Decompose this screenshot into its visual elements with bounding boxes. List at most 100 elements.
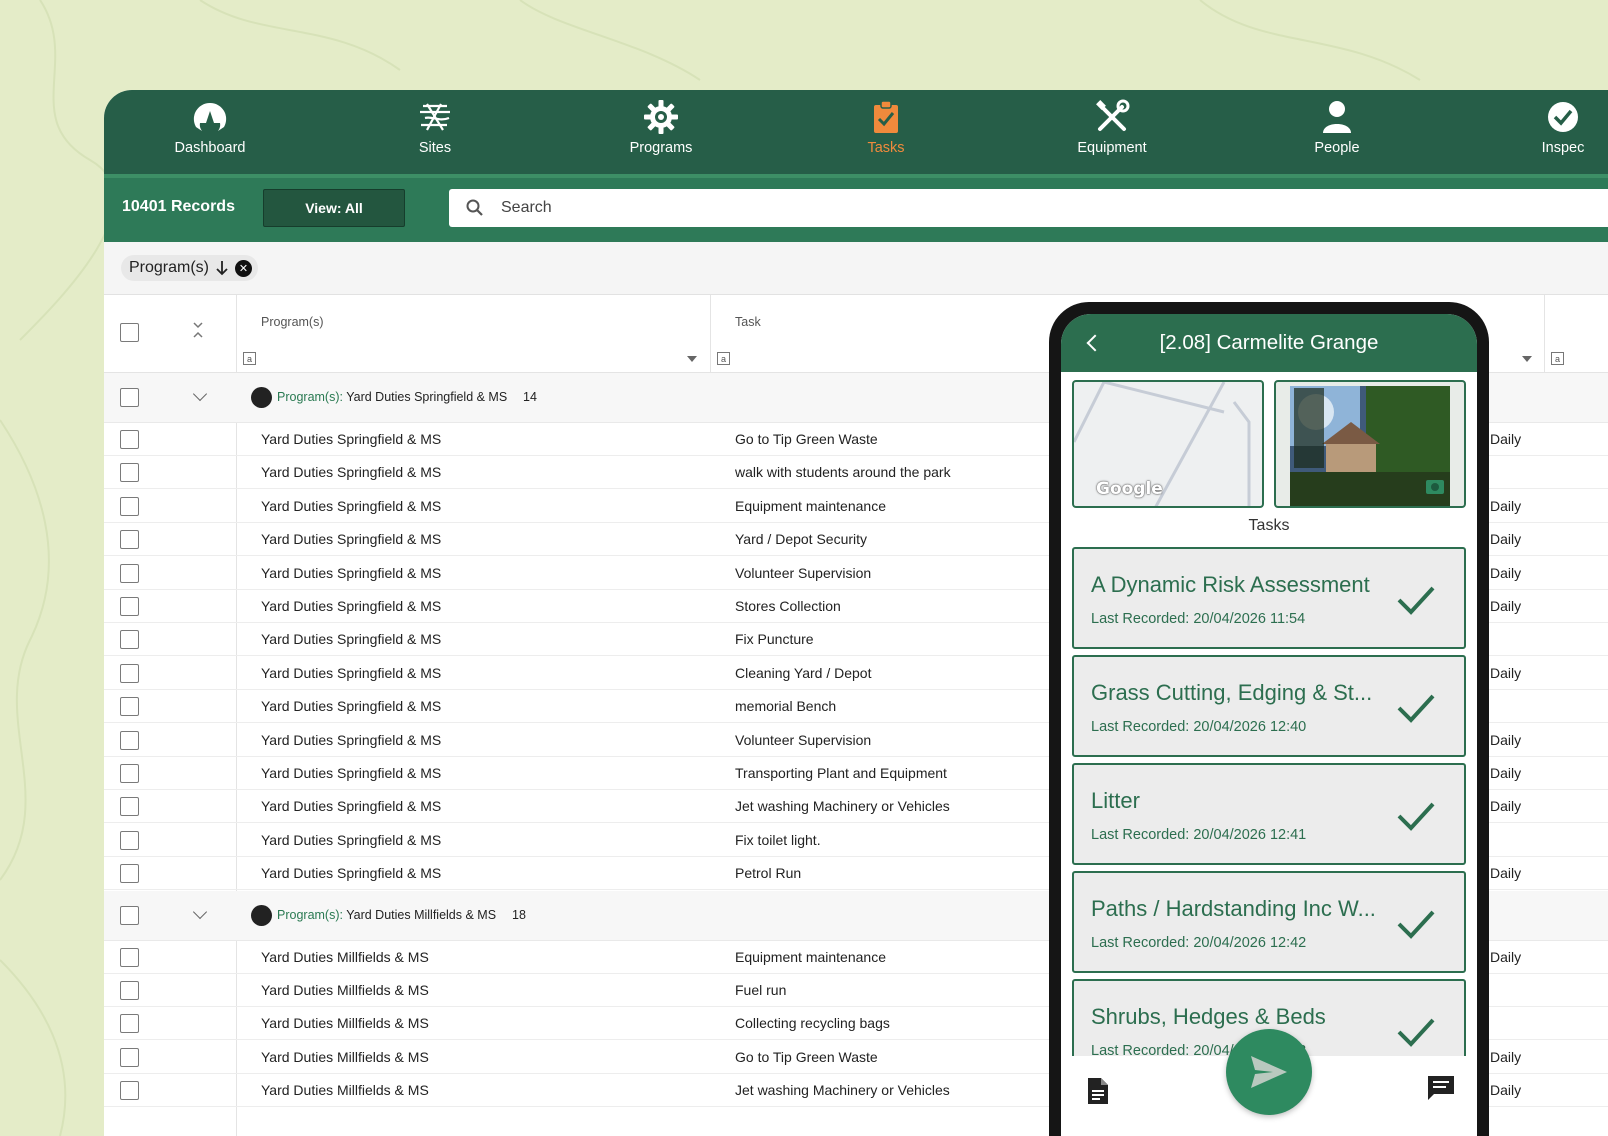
comment-icon[interactable] <box>1426 1074 1456 1102</box>
group-checkbox[interactable] <box>120 905 139 925</box>
cell-task: Volunteer Supervision <box>735 731 872 748</box>
cell-task: Jet washing Machinery or Vehicles <box>735 1082 950 1099</box>
cell-program: Yard Duties Springfield & MS <box>261 731 442 748</box>
cell-frequency: Daily <box>1490 865 1522 882</box>
task-card[interactable]: Litter Last Recorded: 20/04/2026 12:41 <box>1072 763 1466 865</box>
clipboard-check-icon <box>867 98 905 136</box>
site-title: [2.08] Carmelite Grange <box>1159 331 1379 354</box>
task-name: Grass Cutting, Edging & St... <box>1091 680 1373 705</box>
row-checkbox[interactable] <box>120 697 139 717</box>
view-all-button[interactable]: View: All <box>263 189 405 227</box>
cell-program: Yard Duties Springfield & MS <box>261 497 442 514</box>
nav-item-equipment[interactable]: Equipment <box>1042 90 1182 174</box>
arrow-down-icon[interactable] <box>215 260 229 276</box>
task-name: Shrubs, Hedges & Beds <box>1091 1004 1326 1029</box>
row-checkbox[interactable] <box>120 1047 139 1067</box>
group-by-area: Program(s) ✕ <box>104 242 1608 295</box>
nav-item-programs[interactable]: Programs <box>591 90 731 174</box>
filter-mode-icon[interactable]: a <box>1551 352 1564 365</box>
column-divider <box>1544 295 1545 373</box>
column-header-task[interactable]: Task <box>735 315 761 329</box>
site-photo-thumbnail[interactable] <box>1274 380 1466 508</box>
send-button[interactable] <box>1226 1029 1312 1115</box>
row-checkbox[interactable] <box>120 663 139 683</box>
phone-mockup: [2.08] Carmelite Grange Google Tasks A D… <box>1049 302 1489 1136</box>
group-checkbox[interactable] <box>120 388 139 407</box>
cell-program: Yard Duties Springfield & MS <box>261 698 442 715</box>
nav-item-people[interactable]: People <box>1267 90 1407 174</box>
cell-task: Go to Tip Green Waste <box>735 431 878 447</box>
search-bar[interactable] <box>449 189 1608 227</box>
row-checkbox[interactable] <box>120 463 139 483</box>
chevron-down-icon[interactable] <box>192 904 208 919</box>
row-checkbox[interactable] <box>120 597 139 616</box>
cell-program: Yard Duties Springfield & MS <box>261 798 442 815</box>
row-checkbox[interactable] <box>120 764 139 783</box>
task-card[interactable]: Grass Cutting, Edging & St... Last Record… <box>1072 655 1466 757</box>
task-last-recorded: Last Recorded: 20/04/2026 12:41 <box>1091 827 1307 843</box>
cell-task: Go to Tip Green Waste <box>735 1048 878 1065</box>
sites-icon <box>416 98 454 136</box>
row-checkbox[interactable] <box>120 563 139 583</box>
row-checkbox[interactable] <box>120 864 139 884</box>
nav-item-dashboard[interactable]: Dashboard <box>140 90 280 174</box>
collapse-all-icon[interactable] <box>192 321 204 339</box>
group-by-chip[interactable]: Program(s) ✕ <box>121 255 259 281</box>
row-checkbox[interactable] <box>120 430 139 449</box>
row-checkbox[interactable] <box>120 530 139 550</box>
task-last-recorded: Last Recorded: 20/04/2026 11:54 <box>1091 611 1306 627</box>
row-checkbox[interactable] <box>120 797 139 817</box>
cell-task: Fix Puncture <box>735 631 814 648</box>
nav-label: People <box>1314 140 1360 156</box>
row-checkbox[interactable] <box>120 730 139 750</box>
cell-task: Volunteer Supervision <box>735 564 872 581</box>
remove-chip-icon[interactable]: ✕ <box>235 259 253 277</box>
group-label: Program(s): Yard Duties Millfields & MS <box>277 907 497 922</box>
cell-task: memorial Bench <box>735 698 837 715</box>
chevron-down-icon[interactable] <box>192 386 208 402</box>
check-icon <box>1397 586 1435 615</box>
cell-program: Yard Duties Millfields & MS <box>261 1082 429 1099</box>
cell-task: Fix toilet light. <box>735 831 821 848</box>
cell-program: Yard Duties Millfields & MS <box>261 1015 429 1032</box>
cell-frequency: Daily <box>1490 531 1522 548</box>
tasks-section-label: Tasks <box>1248 517 1290 534</box>
check-icon <box>1397 910 1435 939</box>
row-checkbox[interactable] <box>120 981 139 1000</box>
row-checkbox[interactable] <box>120 1014 139 1034</box>
task-card[interactable]: Paths / Hardstanding Inc W... Last Record… <box>1072 871 1466 973</box>
filter-mode-icon[interactable]: a <box>243 352 256 365</box>
nav-item-inspections[interactable]: Inspec <box>1493 90 1608 174</box>
filter-mode-icon[interactable]: a <box>717 352 730 365</box>
select-all-checkbox[interactable] <box>120 323 139 342</box>
cell-frequency: Daily <box>1490 1048 1522 1065</box>
map-thumbnail[interactable]: Google <box>1072 380 1264 508</box>
document-icon[interactable] <box>1086 1076 1110 1106</box>
chevron-down-icon[interactable] <box>1522 356 1532 362</box>
row-checkbox[interactable] <box>120 496 139 516</box>
cell-task: Fuel run <box>735 982 787 998</box>
cell-task: Equipment maintenance <box>735 497 886 514</box>
search-input[interactable] <box>501 199 1401 217</box>
tools-icon <box>1093 98 1131 136</box>
cell-program: Yard Duties Springfield & MS <box>261 564 442 581</box>
site-photo <box>1290 386 1450 506</box>
task-card[interactable]: A Dynamic Risk Assessment Last Recorded: … <box>1072 547 1466 649</box>
row-checkbox[interactable] <box>120 947 139 967</box>
check-icon <box>1397 802 1435 831</box>
cell-frequency: Daily <box>1490 431 1522 447</box>
task-last-recorded: Last Recorded: 20/04/2026 12:42 <box>1091 935 1307 951</box>
row-checkbox[interactable] <box>120 830 139 850</box>
check-circle-icon <box>1544 98 1582 136</box>
cell-task: Yard / Depot Security <box>735 531 868 548</box>
phone-header: [2.08] Carmelite Grange <box>1061 314 1477 372</box>
chevron-down-icon[interactable] <box>687 356 697 362</box>
column-header-program[interactable]: Program(s) <box>261 315 324 329</box>
row-checkbox[interactable] <box>120 630 139 650</box>
group-count: 14 <box>523 390 537 404</box>
cell-program: Yard Duties Springfield & MS <box>261 631 442 648</box>
row-checkbox[interactable] <box>120 1081 139 1101</box>
nav-item-sites[interactable]: Sites <box>365 90 505 174</box>
nav-item-tasks[interactable]: Tasks <box>816 90 956 174</box>
cell-task: Jet washing Machinery or Vehicles <box>735 798 950 815</box>
